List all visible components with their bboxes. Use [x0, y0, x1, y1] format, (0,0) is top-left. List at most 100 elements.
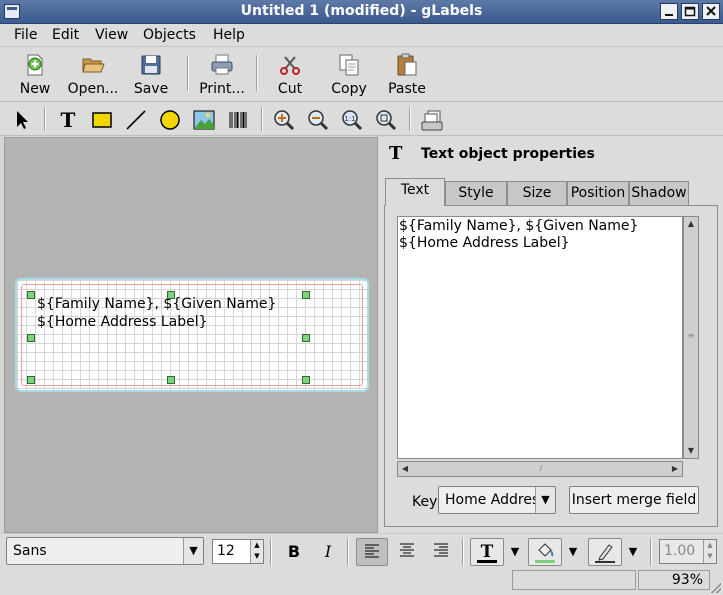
scroll-up-icon[interactable]: ▲ — [684, 217, 698, 231]
tab-text[interactable]: Text — [385, 178, 445, 206]
open-button[interactable]: Open... — [64, 51, 122, 99]
scroll-grip-icon: ⫽ — [539, 464, 543, 473]
menu-objects[interactable]: Objects — [143, 27, 196, 43]
text-tool-icon[interactable]: T — [56, 108, 80, 132]
zoom-fit-icon[interactable] — [374, 108, 398, 132]
window-title: Untitled 1 (modified) - gLabels — [240, 3, 483, 19]
barcode-tool-icon[interactable] — [226, 108, 250, 132]
text-color-dropdown[interactable]: ▼ — [506, 538, 524, 566]
new-document-icon — [27, 54, 43, 76]
align-center-button[interactable] — [392, 538, 422, 566]
status-message-area — [512, 570, 636, 590]
align-right-icon — [434, 543, 448, 557]
fill-color-button[interactable] — [528, 538, 562, 566]
insert-merge-field-button[interactable]: Insert merge field — [569, 486, 699, 514]
toolbar-separator — [44, 107, 46, 131]
menu-bar: File Edit View Objects Help — [0, 24, 723, 47]
line-tool-icon[interactable] — [124, 108, 148, 132]
line-color-dropdown[interactable]: ▼ — [624, 538, 642, 566]
selection-handle[interactable] — [302, 291, 310, 299]
text-object-icon: T — [389, 143, 403, 164]
italic-button[interactable]: I — [314, 538, 342, 566]
label-canvas[interactable]: ${Family Name}, ${Given Name} ${Home Add… — [4, 137, 378, 533]
text-editor[interactable]: ${Family Name}, ${Given Name} ${Home Add… — [397, 216, 683, 459]
selection-handle[interactable] — [27, 376, 35, 384]
menu-view[interactable]: View — [95, 27, 128, 43]
ellipse-tool-icon[interactable] — [158, 108, 182, 132]
copy-icon — [339, 54, 359, 76]
arrow-select-icon[interactable] — [10, 108, 34, 132]
horizontal-scrollbar[interactable]: ◀ ⫽ ▶ — [397, 461, 683, 477]
menu-edit[interactable]: Edit — [52, 27, 79, 43]
print-label: Print... — [199, 81, 245, 97]
paste-label: Paste — [388, 81, 426, 97]
toolbar-separator — [187, 55, 189, 91]
label-page[interactable]: ${Family Name}, ${Given Name} ${Home Add… — [15, 278, 369, 392]
paste-button[interactable]: Paste — [382, 51, 432, 99]
tab-shadow[interactable]: Shadow — [629, 181, 689, 205]
drawing-toolbar: T 1:1 — [0, 102, 723, 136]
zoom-in-icon[interactable] — [272, 108, 296, 132]
menu-help[interactable]: Help — [213, 27, 245, 43]
line-color-button[interactable] — [588, 538, 622, 566]
bold-button[interactable]: B — [280, 538, 308, 566]
zoom-1to1-icon[interactable]: 1:1 — [340, 108, 364, 132]
cut-label: Cut — [277, 81, 303, 97]
align-center-icon — [400, 543, 414, 557]
pencil-icon — [595, 544, 615, 563]
scroll-down-icon[interactable]: ▼ — [684, 444, 698, 458]
toolbar-separator — [409, 107, 411, 131]
scroll-right-icon[interactable]: ▶ — [668, 462, 682, 476]
maximize-button[interactable] — [681, 3, 699, 20]
copy-button[interactable]: Copy — [326, 51, 372, 99]
save-label: Save — [133, 81, 169, 97]
resize-grip-icon[interactable] — [711, 583, 721, 593]
tab-style[interactable]: Style — [445, 181, 507, 205]
text-object[interactable]: ${Family Name}, ${Given Name} ${Home Add… — [37, 295, 276, 331]
save-disk-icon — [141, 55, 161, 75]
font-family-combo[interactable]: Sans ▼ — [6, 537, 204, 565]
scissors-icon — [280, 56, 300, 75]
text-color-button[interactable]: T — [470, 538, 504, 566]
key-label: Key: — [412, 494, 442, 510]
scroll-left-icon[interactable]: ◀ — [398, 462, 412, 476]
selection-handle[interactable] — [302, 376, 310, 384]
toolbar-separator — [650, 538, 652, 566]
tab-position[interactable]: Position — [567, 181, 629, 205]
chevron-down-icon: ▼ — [535, 487, 555, 513]
align-left-button[interactable] — [356, 538, 388, 566]
zoom-out-icon[interactable] — [306, 108, 330, 132]
minimize-button[interactable] — [660, 3, 678, 20]
cut-button[interactable]: Cut — [268, 51, 312, 99]
toolbar-separator — [462, 538, 464, 566]
maximize-icon — [684, 6, 696, 17]
paste-clipboard-icon — [397, 53, 417, 76]
vertical-scrollbar[interactable]: ▲ ≡ ▼ — [683, 216, 699, 459]
fill-color-dropdown[interactable]: ▼ — [564, 538, 582, 566]
menu-file[interactable]: File — [14, 27, 37, 43]
print-button[interactable]: Print... — [197, 51, 247, 99]
selection-handle[interactable] — [302, 334, 310, 342]
new-button[interactable]: New — [12, 51, 58, 99]
rectangle-tool-icon[interactable] — [90, 108, 114, 132]
merge-key-combo[interactable]: Home Address Label ▼ — [438, 486, 556, 514]
save-button[interactable]: Save — [128, 51, 174, 99]
label-text-line-2: ${Home Address Label} — [37, 314, 208, 330]
selection-handle[interactable] — [167, 376, 175, 384]
text-color-icon: T — [477, 542, 497, 563]
selection-handle[interactable] — [167, 291, 175, 299]
tab-size[interactable]: Size — [507, 181, 567, 205]
image-tool-icon[interactable] — [192, 108, 216, 132]
main-toolbar: New Open... Save Print... Cut Copy Paste — [0, 47, 723, 102]
close-button[interactable] — [702, 3, 720, 20]
svg-text:T: T — [61, 108, 76, 132]
spin-arrows-icon[interactable]: ▲ ▼ — [250, 540, 263, 563]
selection-handle[interactable] — [27, 334, 35, 342]
spin-arrows-icon[interactable]: ▲ ▼ — [703, 540, 716, 563]
toolbar-separator — [261, 107, 263, 131]
font-size-spinner[interactable]: 12 ▲ ▼ — [212, 539, 264, 564]
selection-handle[interactable] — [27, 291, 35, 299]
align-right-button[interactable] — [426, 538, 456, 566]
merge-properties-icon[interactable] — [420, 108, 444, 132]
line-width-spinner[interactable]: 1.00 ▲ ▼ — [659, 539, 717, 564]
